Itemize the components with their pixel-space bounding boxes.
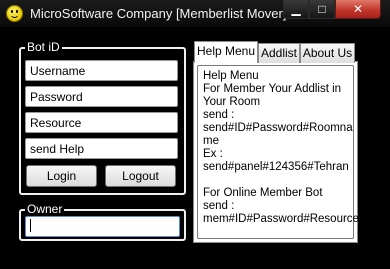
owner-legend: Owner	[25, 202, 65, 216]
help-line: Your Room	[203, 96, 261, 108]
help-line: For Online Member Bot	[203, 187, 323, 199]
owner-input[interactable]	[25, 216, 180, 237]
smiley-app-icon	[6, 5, 23, 22]
tab-about-us[interactable]: About Us	[300, 43, 355, 63]
username-field[interactable]: Username	[25, 60, 178, 81]
resource-field[interactable]: Resource	[25, 112, 178, 133]
help-line: send :	[203, 200, 235, 212]
help-text-box[interactable]: Help Menu For Member Your Addlist in You…	[197, 65, 359, 239]
logout-button[interactable]: Logout	[105, 165, 176, 187]
minimize-button[interactable]: ▁	[283, 0, 309, 19]
password-field[interactable]: Password	[25, 86, 178, 107]
tab-help-menu[interactable]: Help Menu	[194, 41, 258, 63]
help-line: send :	[203, 109, 235, 121]
help-line: mem#ID#Password#Resource	[203, 213, 359, 225]
text-caret	[30, 219, 31, 232]
maximize-button[interactable]: □	[309, 0, 335, 19]
bot-id-legend: Bot iD	[25, 40, 62, 54]
command-field[interactable]: send Help	[25, 138, 178, 159]
help-line: Ex :	[203, 148, 223, 160]
help-line: For Member Your Addlist in	[203, 83, 342, 95]
help-line: Help Menu	[203, 70, 259, 82]
help-line: me	[203, 135, 219, 147]
window-title: MicroSoftware Company [Memberlist Mover]	[30, 6, 287, 21]
login-button[interactable]: Login	[26, 165, 97, 187]
help-line: send#ID#Password#Roomna	[203, 122, 353, 134]
tab-addlist[interactable]: Addlist	[258, 43, 300, 63]
help-line: send#panel#124356#Tehran	[203, 161, 349, 173]
close-button[interactable]: ✕	[335, 0, 381, 19]
